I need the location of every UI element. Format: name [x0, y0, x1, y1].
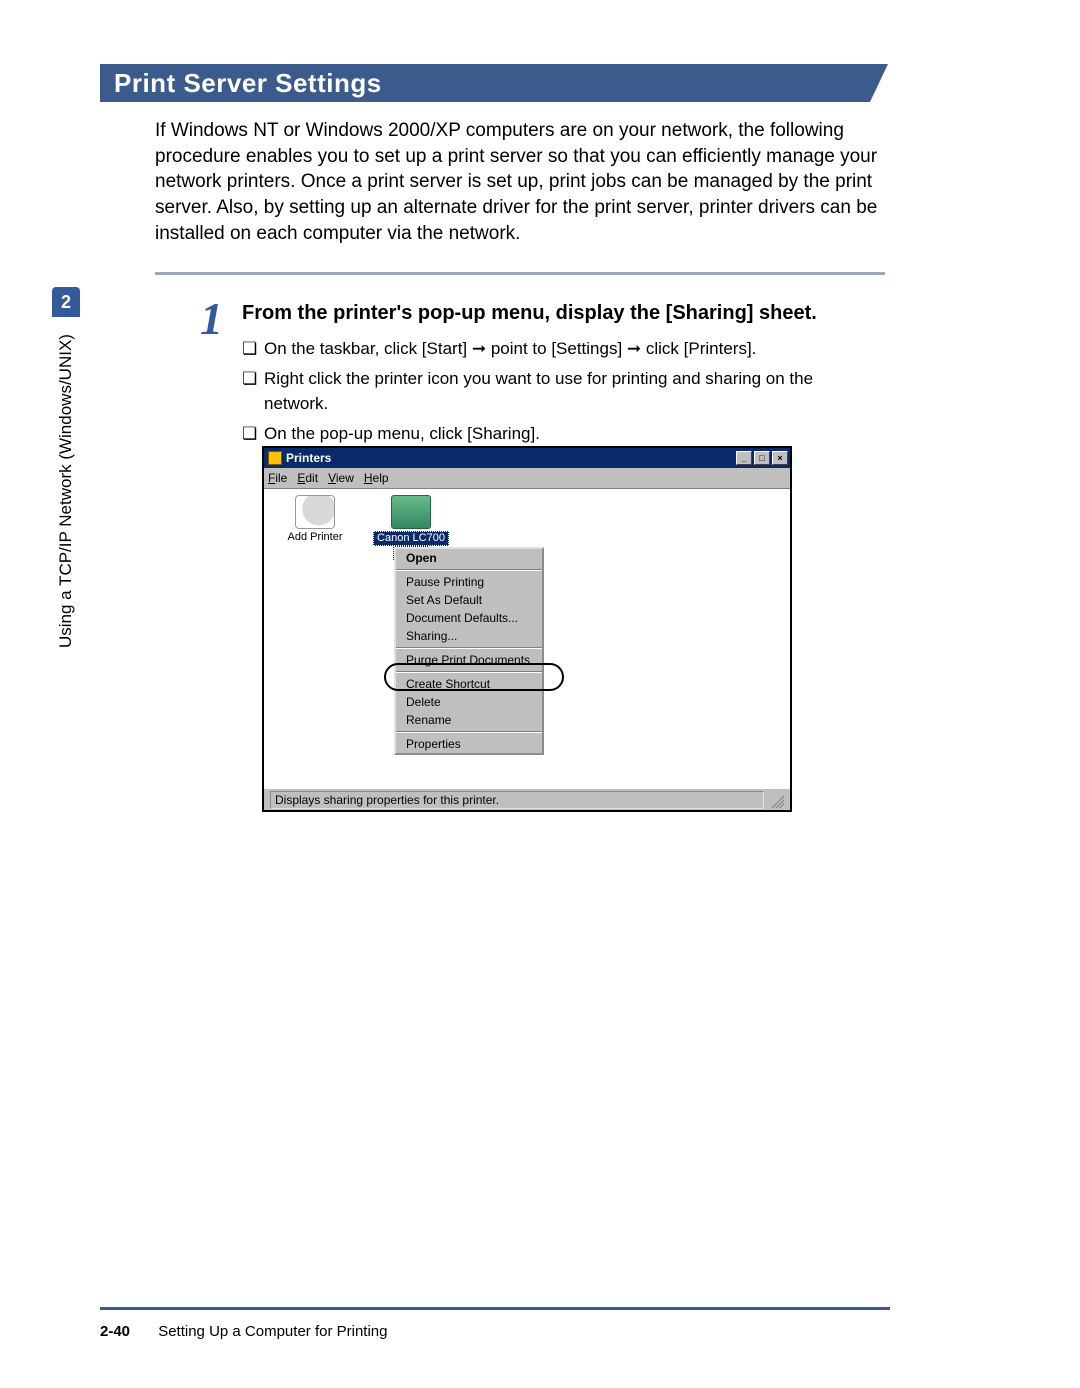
menu-help[interactable]: Help — [364, 471, 389, 485]
ctx-create-shortcut[interactable]: Create Shortcut — [396, 675, 542, 693]
printers-window: Printers _ □ × File Edit View Help Add P… — [262, 446, 792, 812]
footer-section-title: Setting Up a Computer for Printing — [158, 1323, 387, 1340]
menubar: File Edit View Help — [264, 468, 790, 488]
chapter-number: 2 — [61, 292, 71, 313]
footer-rule — [100, 1307, 890, 1310]
add-printer-icon — [295, 495, 335, 529]
menu-file[interactable]: File — [268, 471, 287, 485]
canon-label-line1: Canon LC700 — [373, 531, 449, 546]
printer-icon — [391, 495, 431, 529]
menu-separator — [396, 569, 542, 571]
section-title: Print Server Settings — [114, 68, 382, 99]
ctx-document-defaults[interactable]: Document Defaults... — [396, 609, 542, 627]
step-heading: From the printer's pop-up menu, display … — [242, 302, 882, 325]
menu-separator — [396, 671, 542, 673]
ctx-purge[interactable]: Purge Print Documents — [396, 651, 542, 669]
bullet-text: On the taskbar, click [Start] ➞ point to… — [264, 336, 862, 362]
close-button[interactable]: × — [772, 451, 788, 465]
ctx-pause-printing[interactable]: Pause Printing — [396, 573, 542, 591]
status-text: Displays sharing properties for this pri… — [270, 791, 764, 809]
divider — [155, 272, 885, 275]
window-title: Printers — [286, 451, 331, 465]
printers-folder-icon — [268, 451, 282, 465]
bullet-icon: ❏ — [242, 421, 264, 447]
section-banner: Print Server Settings — [100, 64, 870, 102]
statusbar: Displays sharing properties for this pri… — [264, 788, 790, 810]
bullet-list: ❏ On the taskbar, click [Start] ➞ point … — [242, 336, 862, 450]
list-item: ❏ Right click the printer icon you want … — [242, 366, 862, 417]
chapter-tab: 2 — [52, 287, 80, 317]
window-body[interactable]: Add Printer Canon LC700 PCL5 Open Pause … — [264, 488, 790, 788]
add-printer-label: Add Printer — [270, 531, 360, 543]
add-printer-item[interactable]: Add Printer — [270, 495, 360, 543]
chapter-title-vertical: Using a TCP/IP Network (Windows/UNIX) — [52, 330, 80, 730]
ctx-open[interactable]: Open — [396, 549, 542, 567]
intro-paragraph: If Windows NT or Windows 2000/XP compute… — [155, 118, 885, 246]
ctx-rename[interactable]: Rename — [396, 711, 542, 729]
bullet-text: Right click the printer icon you want to… — [264, 366, 862, 417]
page-number: 2-40 — [100, 1323, 130, 1340]
minimize-button[interactable]: _ — [736, 451, 752, 465]
bullet-text: On the pop-up menu, click [Sharing]. — [264, 421, 862, 447]
step-number: 1 — [200, 292, 223, 345]
list-item: ❏ On the pop-up menu, click [Sharing]. — [242, 421, 862, 447]
ctx-set-default[interactable]: Set As Default — [396, 591, 542, 609]
bullet-icon: ❏ — [242, 366, 264, 417]
resize-grip-icon[interactable] — [768, 792, 784, 808]
list-item: ❏ On the taskbar, click [Start] ➞ point … — [242, 336, 862, 362]
titlebar[interactable]: Printers _ □ × — [264, 448, 790, 468]
menu-view[interactable]: View — [328, 471, 354, 485]
bullet-icon: ❏ — [242, 336, 264, 362]
ctx-delete[interactable]: Delete — [396, 693, 542, 711]
ctx-properties[interactable]: Properties — [396, 735, 542, 753]
context-menu: Open Pause Printing Set As Default Docum… — [394, 547, 544, 755]
maximize-button[interactable]: □ — [754, 451, 770, 465]
page-footer: 2-40 Setting Up a Computer for Printing — [100, 1323, 387, 1340]
ctx-sharing[interactable]: Sharing... — [396, 627, 542, 645]
menu-edit[interactable]: Edit — [297, 471, 318, 485]
menu-separator — [396, 647, 542, 649]
menu-separator — [396, 731, 542, 733]
